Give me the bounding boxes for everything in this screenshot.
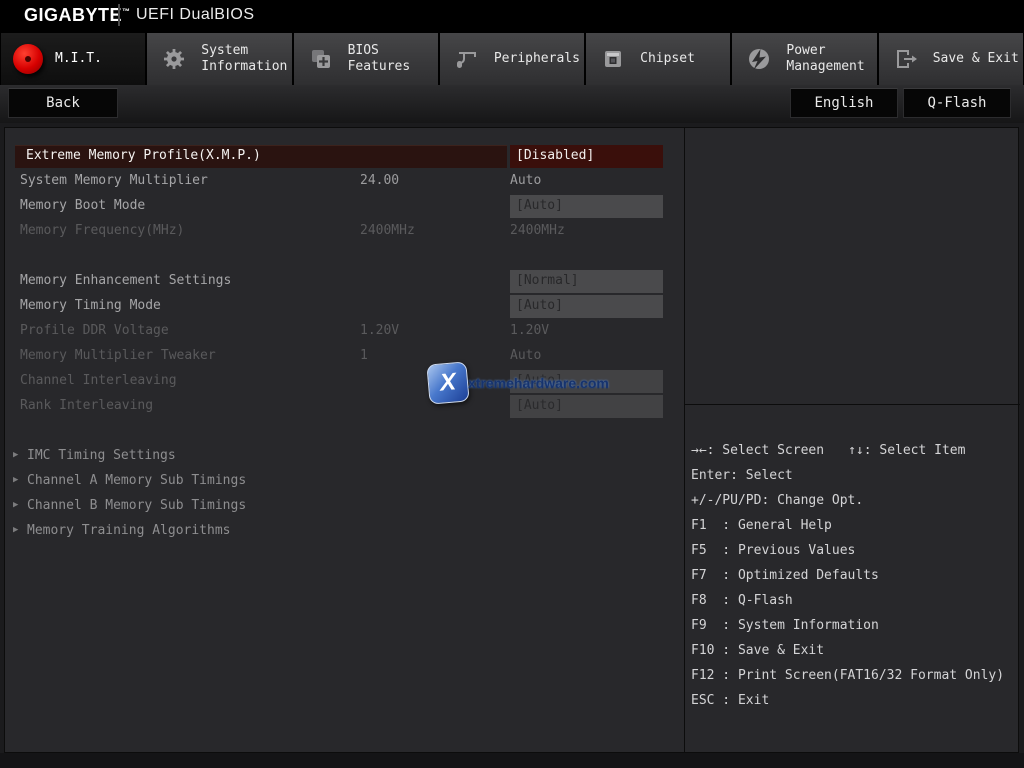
watermark-x-icon: X (426, 361, 469, 404)
row-spacer (5, 419, 684, 444)
product-title: UEFI DualBIOS (136, 6, 255, 24)
triangle-right-icon: ▶ (13, 500, 18, 510)
back-button[interactable]: Back (8, 88, 118, 118)
bios-chip-icon (294, 47, 348, 71)
title-bar: GIGABYTE™ UEFI DualBIOS (0, 0, 1024, 30)
key-legend-line: F10 : Save & Exit (691, 643, 1020, 668)
gigabyte-logo: GIGABYTE™ (24, 5, 131, 26)
lightning-icon (732, 46, 786, 72)
setting-row-xmp[interactable]: Extreme Memory Profile(X.M.P.) [Disabled… (5, 144, 684, 169)
setting-value[interactable]: [Auto] (510, 295, 663, 318)
footer-strip (0, 753, 1024, 768)
setting-current: 24.00 (360, 173, 399, 188)
tab-power-management[interactable]: Power Management (732, 33, 876, 85)
key-legend-line: +/-/PU/PD: Change Opt. (691, 493, 1020, 518)
help-panel: →←: Select Screen↑↓: Select Item Enter: … (684, 128, 1019, 752)
setting-value[interactable]: [Disabled] (510, 145, 663, 168)
tab-peripherals[interactable]: Peripherals (440, 33, 584, 85)
setting-value[interactable]: [Auto] (510, 195, 663, 218)
submenu-channel-a-timings[interactable]: ▶ Channel A Memory Sub Timings (5, 469, 684, 494)
setting-current: 2400MHz (360, 223, 415, 238)
logo-divider (118, 4, 120, 26)
sub-header: Back English Q-Flash (0, 85, 1024, 123)
triangle-right-icon: ▶ (13, 475, 18, 485)
exit-door-icon (879, 47, 933, 71)
setting-value: Auto (510, 348, 541, 363)
qflash-button[interactable]: Q-Flash (903, 88, 1011, 118)
key-legend-line: F9 : System Information (691, 618, 1020, 643)
submenu-memory-training[interactable]: ▶ Memory Training Algorithms (5, 519, 684, 544)
setting-value[interactable]: [Normal] (510, 270, 663, 293)
language-button[interactable]: English (790, 88, 898, 118)
setting-current: 1.20V (360, 323, 399, 338)
key-legend-line: Enter: Select (691, 468, 1020, 493)
setting-row-profile-ddr-voltage: Profile DDR Voltage 1.20V 1.20V (5, 319, 684, 344)
mit-icon (1, 44, 55, 74)
setting-row-memory-multiplier[interactable]: System Memory Multiplier 24.00 Auto (5, 169, 684, 194)
key-legend-line: ESC : Exit (691, 693, 1020, 718)
chipset-icon (586, 47, 640, 71)
settings-list: Extreme Memory Profile(X.M.P.) [Disabled… (5, 128, 684, 752)
key-legend-line: F5 : Previous Values (691, 543, 1020, 568)
row-spacer (5, 244, 684, 269)
tab-save-exit[interactable]: Save & Exit (879, 33, 1023, 85)
key-legend-line: F12 : Print Screen(FAT16/32 Format Only) (691, 668, 1020, 693)
setting-value: Auto (510, 173, 541, 188)
tab-bar: M.I.T. System Information (0, 30, 1024, 85)
setting-value: 2400MHz (510, 223, 565, 238)
key-legend-line: F8 : Q-Flash (691, 593, 1020, 618)
setting-row-memory-enhancement[interactable]: Memory Enhancement Settings [Normal] (5, 269, 684, 294)
tab-bios-features[interactable]: BIOS Features (294, 33, 438, 85)
setting-value: 1.20V (510, 323, 549, 338)
tab-mit[interactable]: M.I.T. (1, 33, 145, 85)
submenu-imc-timing[interactable]: ▶ IMC Timing Settings (5, 444, 684, 469)
triangle-right-icon: ▶ (13, 450, 18, 460)
key-legend: →←: Select Screen↑↓: Select Item Enter: … (685, 406, 1020, 718)
setting-row-memory-frequency: Memory Frequency(MHz) 2400MHz 2400MHz (5, 219, 684, 244)
tab-system-information[interactable]: System Information (147, 33, 291, 85)
bios-screen: GIGABYTE™ UEFI DualBIOS M.I.T. (0, 0, 1024, 768)
setting-row-memory-timing-mode[interactable]: Memory Timing Mode [Auto] (5, 294, 684, 319)
watermark-text: xtremehardware.com (468, 375, 609, 391)
triangle-right-icon: ▶ (13, 525, 18, 535)
gear-icon (147, 47, 201, 71)
setting-current: 1 (360, 348, 368, 363)
peripherals-icon (440, 47, 494, 71)
main-panel: Extreme Memory Profile(X.M.P.) [Disabled… (4, 127, 1019, 753)
tab-chipset[interactable]: Chipset (586, 33, 730, 85)
setting-row-memory-boot-mode[interactable]: Memory Boot Mode [Auto] (5, 194, 684, 219)
item-description-box (685, 128, 1020, 405)
watermark: X xtremehardware.com (428, 363, 658, 407)
key-legend-line: F1 : General Help (691, 518, 1020, 543)
key-legend-line: F7 : Optimized Defaults (691, 568, 1020, 593)
key-legend-line: →←: Select Screen↑↓: Select Item (691, 443, 1020, 468)
submenu-channel-b-timings[interactable]: ▶ Channel B Memory Sub Timings (5, 494, 684, 519)
